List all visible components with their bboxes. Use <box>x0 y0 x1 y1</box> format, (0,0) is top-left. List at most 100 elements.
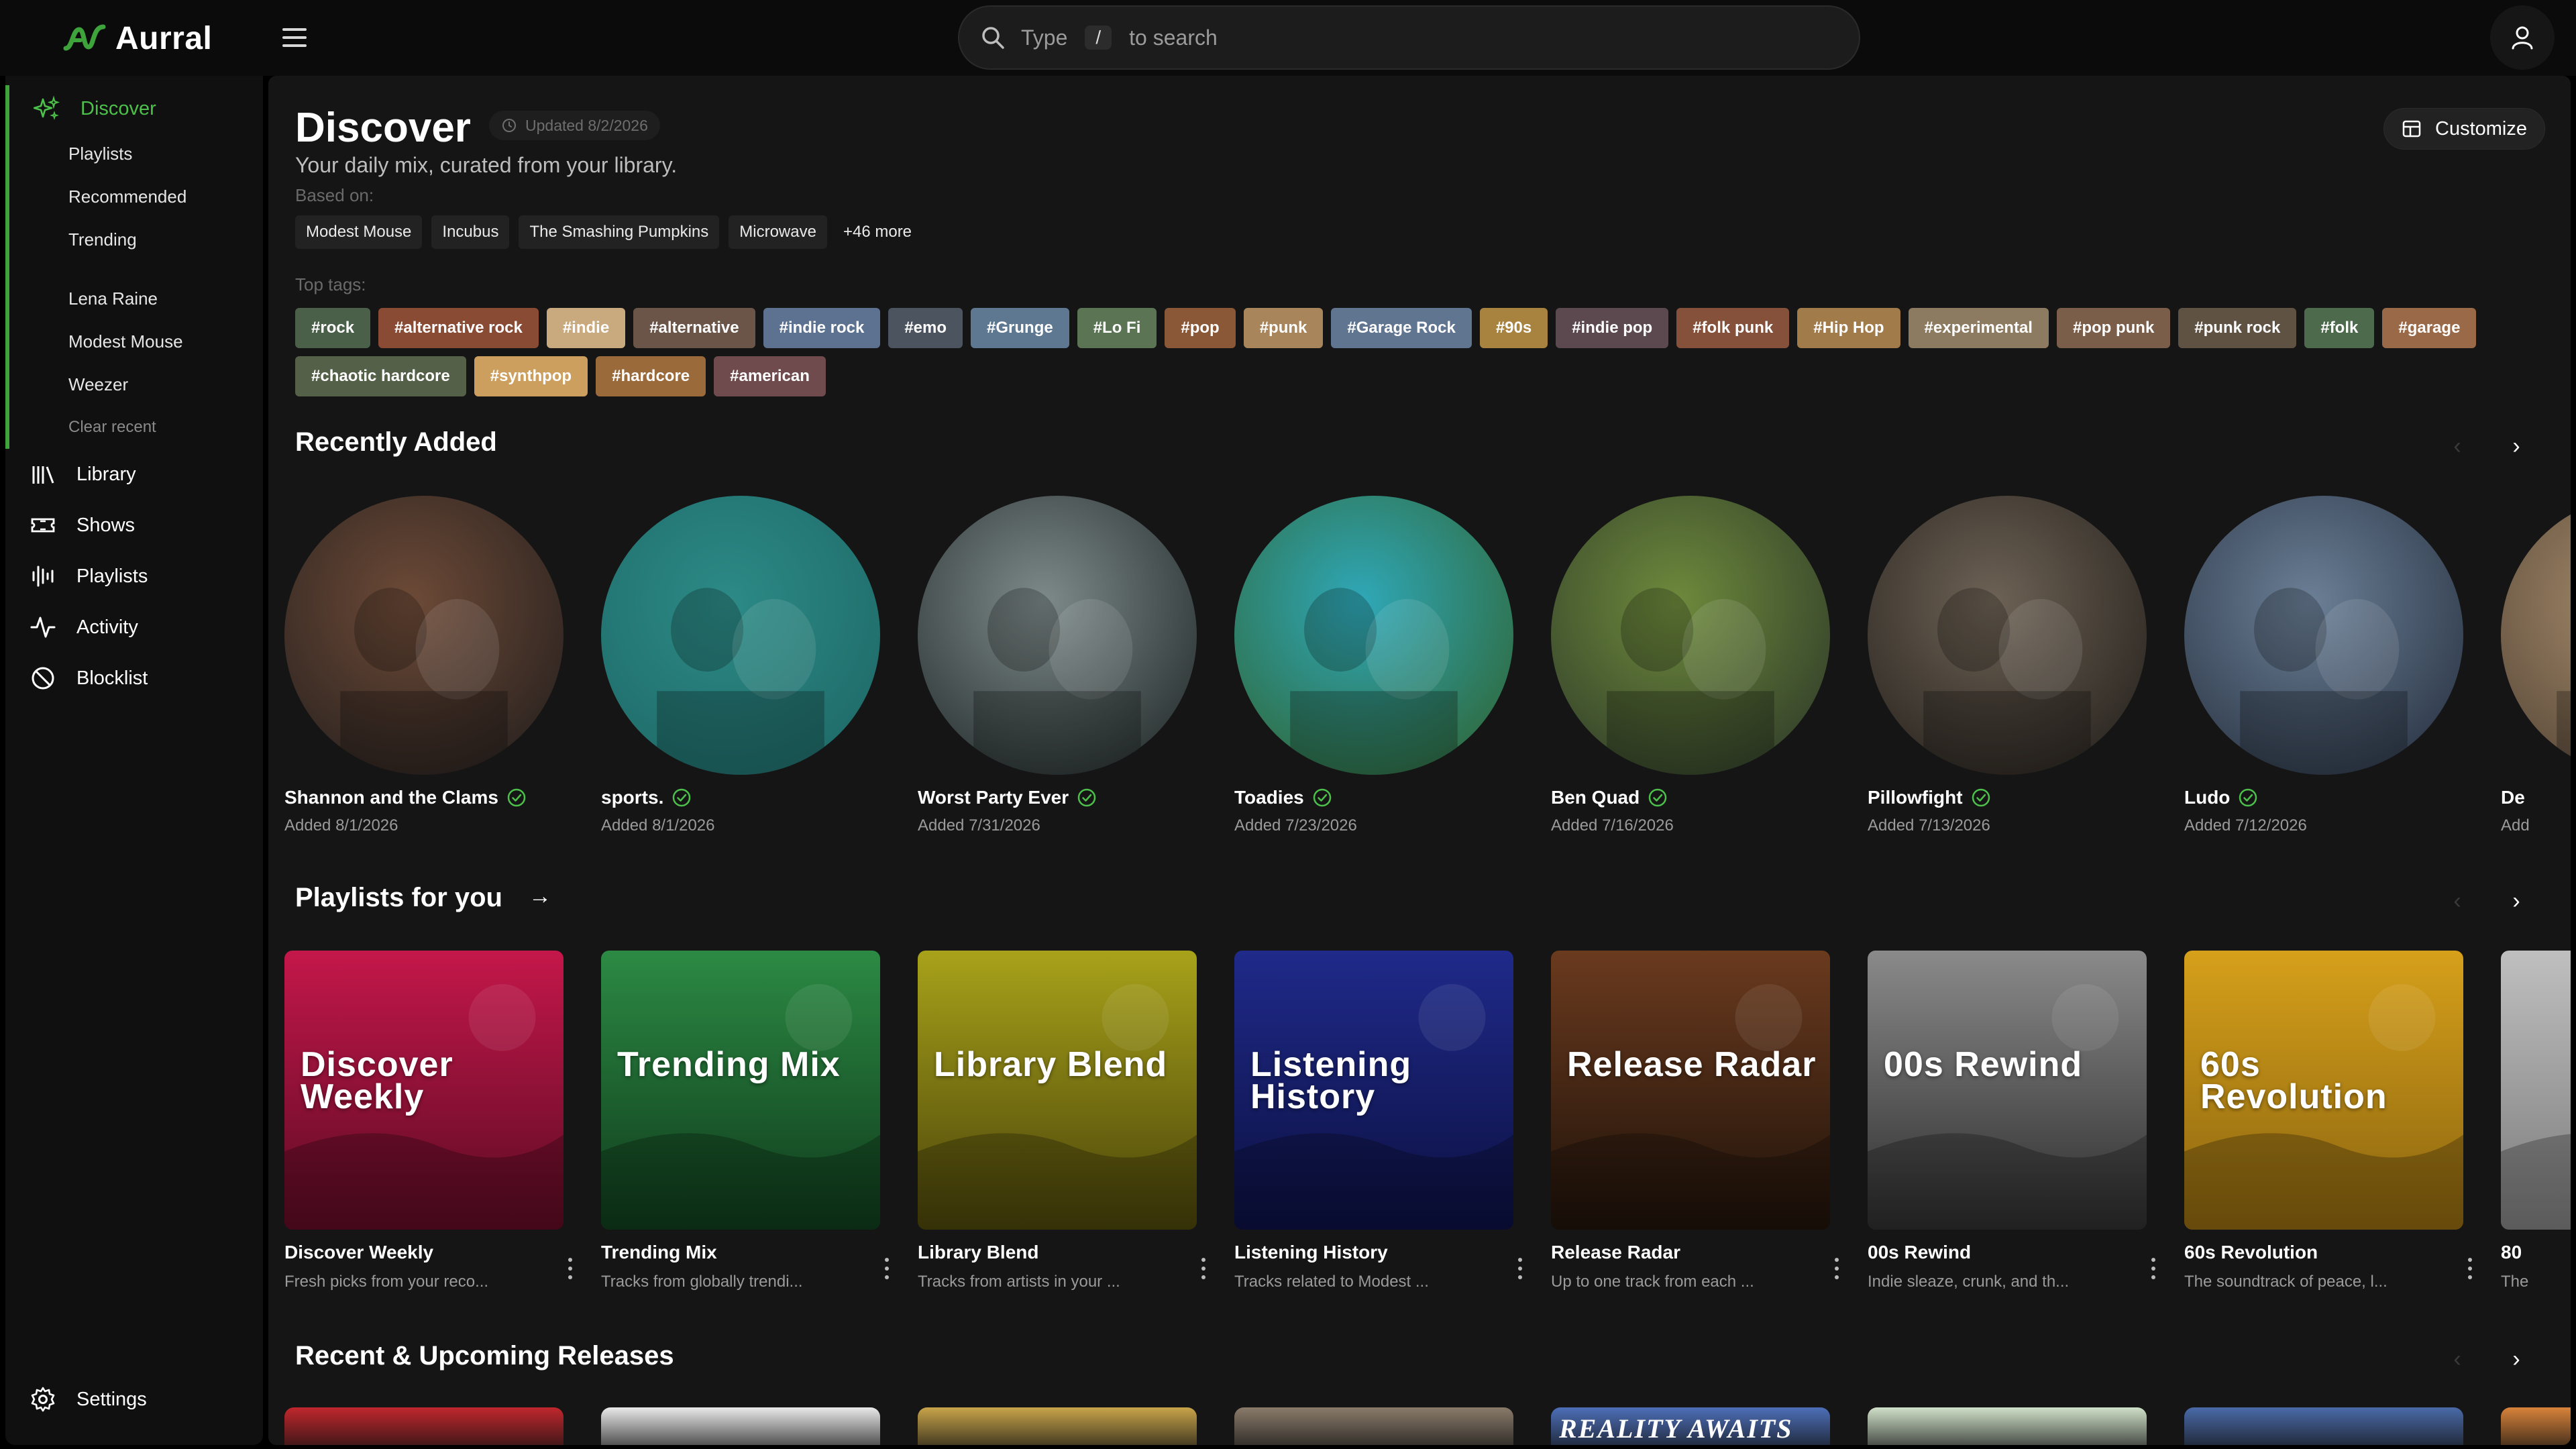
layout-icon <box>2402 120 2421 138</box>
release-card[interactable] <box>1868 1407 2147 1445</box>
sidebar-item-shows[interactable]: Shows <box>5 500 263 551</box>
artist-chip[interactable]: Incubus <box>431 215 510 249</box>
top-tags-label: Top tags: <box>295 274 366 294</box>
tag-chip[interactable]: #indie <box>546 308 626 348</box>
release-card[interactable]: REALITY AWAITS <box>1551 1407 1830 1445</box>
playlists-prev-button[interactable]: ‹ <box>2444 888 2471 914</box>
recently-added-next-button[interactable]: › <box>2503 433 2530 460</box>
artist-chip[interactable]: Microwave <box>729 215 827 249</box>
release-card[interactable] <box>2501 1407 2571 1445</box>
more-options-icon[interactable] <box>2147 1255 2160 1282</box>
more-artists-button[interactable]: +46 more <box>837 215 918 249</box>
tag-chip[interactable]: #90s <box>1479 308 1548 348</box>
artist-card[interactable]: Ludo Added 7/12/2026 <box>2176 496 2463 835</box>
playlist-card[interactable]: Library Blend Library Blend Tracks from ar… <box>910 951 1205 1291</box>
sidebar-subitem-playlists[interactable]: Playlists <box>9 132 263 175</box>
artist-card[interactable]: De Add <box>2493 496 2571 835</box>
playlist-card[interactable]: Discover Weekly Discover Weekly Fresh pick… <box>276 951 572 1291</box>
release-card[interactable] <box>601 1407 880 1445</box>
tag-chip[interactable]: #experimental <box>1908 308 2049 348</box>
tag-chip[interactable]: #synthpop <box>474 356 588 396</box>
tag-chip[interactable]: #Grunge <box>971 308 1069 348</box>
artist-chip[interactable]: The Smashing Pumpkins <box>519 215 720 249</box>
artist-card[interactable]: Toadies Added 7/23/2026 <box>1226 496 1513 835</box>
playlist-description: Up to one track from each ... <box>1551 1273 1754 1291</box>
more-options-icon[interactable] <box>1197 1255 1210 1282</box>
sidebar-recent-artist[interactable]: Weezer <box>9 363 263 406</box>
menu-toggle-icon[interactable] <box>282 25 307 50</box>
tag-chip[interactable]: #folk <box>2304 308 2375 348</box>
playlist-card[interactable]: 60s Revolution 60s Revolution The soundtra… <box>2176 951 2472 1291</box>
playlist-card[interactable]: 80 The <box>2493 951 2571 1291</box>
more-options-icon[interactable] <box>1513 1255 1527 1282</box>
sidebar-item-playlists[interactable]: Playlists <box>5 551 263 602</box>
sidebar-item-settings[interactable]: Settings <box>5 1374 263 1425</box>
release-card[interactable] <box>284 1407 564 1445</box>
tag-chip[interactable]: #indie rock <box>763 308 881 348</box>
tag-chip[interactable]: #Hip Hop <box>1797 308 1900 348</box>
playlist-card[interactable]: Release Radar Release Radar Up to one trac… <box>1543 951 1839 1291</box>
sidebar-item-library[interactable]: Library <box>5 449 263 500</box>
release-card[interactable] <box>2184 1407 2463 1445</box>
sidebar-item-activity[interactable]: Activity <box>5 602 263 653</box>
sidebar-subitem-trending[interactable]: Trending <box>9 218 263 261</box>
artist-chip[interactable]: Modest Mouse <box>295 215 423 249</box>
tag-chip[interactable]: #alternative <box>633 308 755 348</box>
tag-chip[interactable]: #hardcore <box>596 356 706 396</box>
search-placeholder-prefix: Type <box>1021 25 1068 50</box>
verified-check-icon <box>673 788 691 807</box>
playlists-see-all-arrow-icon[interactable]: → <box>529 883 551 910</box>
more-options-icon[interactable] <box>880 1255 894 1282</box>
releases-prev-button[interactable]: ‹ <box>2444 1346 2471 1373</box>
playlist-card[interactable]: Listening History Listening History Tracks… <box>1226 951 1522 1291</box>
artist-card[interactable]: sports. Added 8/1/2026 <box>593 496 880 835</box>
playlist-description: Fresh picks from your reco... <box>284 1273 489 1291</box>
sidebar-item-blocklist[interactable]: Blocklist <box>5 653 263 704</box>
tag-chip[interactable]: #Lo Fi <box>1077 308 1157 348</box>
more-options-icon[interactable] <box>2463 1255 2477 1282</box>
app-logo[interactable]: Aurral <box>63 20 212 57</box>
recently-added-prev-button[interactable]: ‹ <box>2444 433 2471 460</box>
tag-chip[interactable]: #rock <box>295 308 371 348</box>
clear-recent-button[interactable]: Clear recent <box>9 406 263 449</box>
customize-label: Customize <box>2435 117 2527 140</box>
tag-chip[interactable]: #garage <box>2382 308 2477 348</box>
playlist-card[interactable]: Trending Mix Trending Mix Tracks from glob… <box>593 951 889 1291</box>
artist-image <box>601 496 880 775</box>
release-card[interactable] <box>918 1407 1197 1445</box>
tag-chip[interactable]: #punk rock <box>2178 308 2297 348</box>
tag-chip[interactable]: #punk <box>1243 308 1324 348</box>
tag-chip[interactable]: #emo <box>888 308 963 348</box>
release-card[interactable] <box>1234 1407 1513 1445</box>
customize-button[interactable]: Customize <box>2383 108 2545 150</box>
tag-chip[interactable]: #american <box>714 356 826 396</box>
tag-chip[interactable]: #indie pop <box>1556 308 1669 348</box>
artist-card[interactable]: Pillowfight Added 7/13/2026 <box>1860 496 2147 835</box>
sidebar-recent-artist[interactable]: Lena Raine <box>9 277 263 320</box>
tag-chip[interactable]: #alternative rock <box>378 308 539 348</box>
more-options-icon[interactable] <box>1830 1255 1843 1282</box>
sidebar-recent-artist[interactable]: Modest Mouse <box>9 320 263 363</box>
playlist-description: Tracks from artists in your ... <box>918 1273 1120 1291</box>
tag-chip[interactable]: #folk punk <box>1676 308 1790 348</box>
release-banner-text: REALITY AWAITS <box>1559 1413 1793 1444</box>
playlists-next-button[interactable]: › <box>2503 888 2530 914</box>
search-input[interactable]: Type / to search <box>958 5 1860 70</box>
more-options-icon[interactable] <box>564 1255 577 1282</box>
artist-name: Ben Quad <box>1551 787 1640 808</box>
releases-next-button[interactable]: › <box>2503 1346 2530 1373</box>
artist-image <box>1234 496 1513 775</box>
playlist-icon <box>32 566 54 587</box>
tag-chip[interactable]: #Garage Rock <box>1331 308 1472 348</box>
artist-card[interactable]: Shannon and the Clams Added 8/1/2026 <box>276 496 564 835</box>
sidebar-item-discover[interactable]: Discover <box>9 85 263 132</box>
sidebar-subitem-recommended[interactable]: Recommended <box>9 175 263 218</box>
tag-chip[interactable]: #chaotic hardcore <box>295 356 466 396</box>
artist-card[interactable]: Ben Quad Added 7/16/2026 <box>1543 496 1830 835</box>
artist-card[interactable]: Worst Party Ever Added 7/31/2026 <box>910 496 1197 835</box>
artist-name: Toadies <box>1234 787 1304 808</box>
tag-chip[interactable]: #pop punk <box>2056 308 2171 348</box>
tag-chip[interactable]: #pop <box>1165 308 1236 348</box>
user-menu-button[interactable] <box>2490 5 2555 70</box>
playlist-card[interactable]: 00s Rewind 00s Rewind Indie sleaze, crunk,… <box>1860 951 2155 1291</box>
